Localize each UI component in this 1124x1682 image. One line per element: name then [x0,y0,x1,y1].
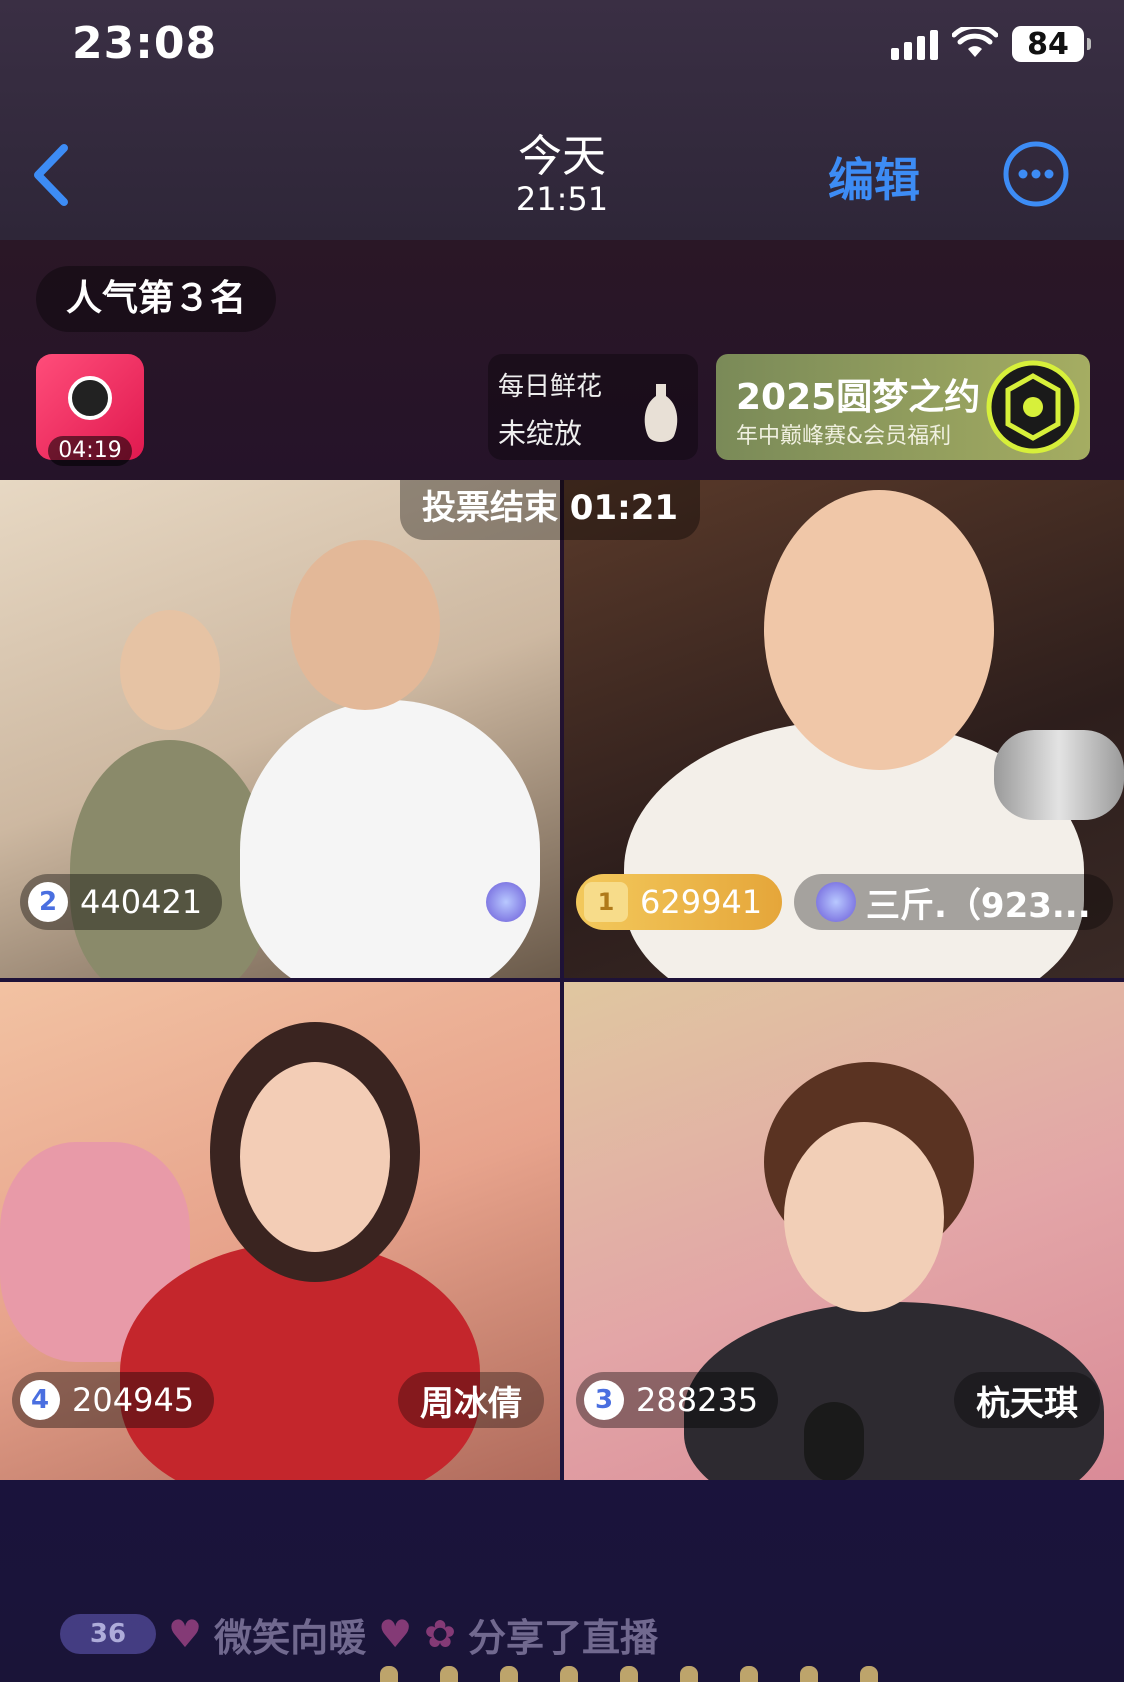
popularity-rank-badge[interactable]: 人气第３名 [36,266,277,332]
stream-grid: 2 440421 1 629941 三斤.（923... 4 204945 周冰… [0,480,1124,1480]
vote-countdown[interactable]: 投票结束 01:21 [400,480,700,540]
top-bar: 23:08 84 今天 21:51 编辑 [0,0,1124,240]
streamer-name-pill[interactable]: 三斤.（923... [794,874,1113,930]
score-pill[interactable]: 1 629941 [576,874,783,930]
streamer-figure [240,700,540,978]
daily-flower-card[interactable]: 每日鲜花 未绽放 [488,354,698,460]
microphone-icon [994,730,1124,820]
status-icons: 84 [891,26,1091,62]
score-value: 204945 [72,1381,195,1419]
live-room: 人气第３名 04:19 每日鲜花 未绽放 2025圆梦之约 年中巅峰赛&会员福利… [0,240,1124,1682]
pk-icon [816,882,856,922]
event-banner[interactable]: 2025圆梦之约 年中巅峰赛&会员福利 [716,354,1090,460]
event-title: 2025圆梦之约 [736,377,981,418]
heart-icon: ♥ [378,1612,413,1656]
gift-timer: 04:19 [48,436,132,466]
page-subtitle-time: 21:51 [515,180,609,218]
user-level-badge: 36 [60,1614,156,1654]
streamer-face [120,610,220,730]
event-subtitle: 年中巅峰赛&会员福利 [736,424,952,449]
score-pill[interactable]: 3 288235 [576,1372,779,1428]
vase-icon [644,384,678,442]
streamer-name-pill[interactable]: 周冰倩 [398,1372,544,1428]
heart-icon: ♥ [168,1612,203,1656]
chat-message: 36 ♥ 微笑向暖 ♥ ✿ 分享了直播 [60,1604,658,1664]
stream-tile[interactable]: 1 629941 三斤.（923... [564,480,1124,978]
stream-tile[interactable]: 4 204945 周冰倩 [0,982,560,1480]
signal-icon [891,28,938,60]
chat-username[interactable]: 微笑向暖 [214,1607,366,1662]
score-value: 440421 [80,883,203,921]
flower-title: 每日鲜花 [498,372,603,402]
streamer-face [240,1062,390,1252]
rank-number: 1 [584,882,628,922]
record-icon [68,376,112,420]
chat-text: 分享了直播 [468,1615,659,1660]
microphone-icon [804,1402,864,1480]
streamer-face [290,540,440,710]
rank-number: 3 [584,1380,624,1420]
flower-status: 未绽放 [498,417,583,450]
bouquet-icon: ✿ [424,1612,457,1656]
streamer-face [764,490,994,770]
emblem-icon [986,360,1080,454]
stream-tile[interactable]: 2 440421 [0,480,560,978]
rank-number: 2 [28,882,68,922]
score-value: 288235 [636,1381,759,1419]
battery-icon: 84 [1012,26,1091,62]
more-icon[interactable] [1002,140,1070,208]
page-title: 今天 [518,131,606,182]
score-pill[interactable]: 4 204945 [12,1372,215,1428]
streamer-name-pill[interactable]: 杭天琪 [954,1372,1100,1428]
wifi-icon [952,27,998,57]
score-value: 629941 [640,883,763,921]
rank-number: 4 [20,1380,60,1420]
streamer-name: 杭天琪 [976,1383,1078,1424]
streamer-name: 三斤.（923... [866,885,1091,926]
stream-tile[interactable]: 3 288235 杭天琪 [564,982,1124,1480]
bottom-decoration [380,1666,878,1682]
status-time: 23:08 [72,18,218,69]
pk-icon [486,882,526,922]
edit-button[interactable]: 编辑 [828,144,920,210]
streamer-name: 周冰倩 [420,1383,522,1424]
streamer-face [784,1122,944,1312]
score-pill[interactable]: 2 440421 [20,874,223,930]
